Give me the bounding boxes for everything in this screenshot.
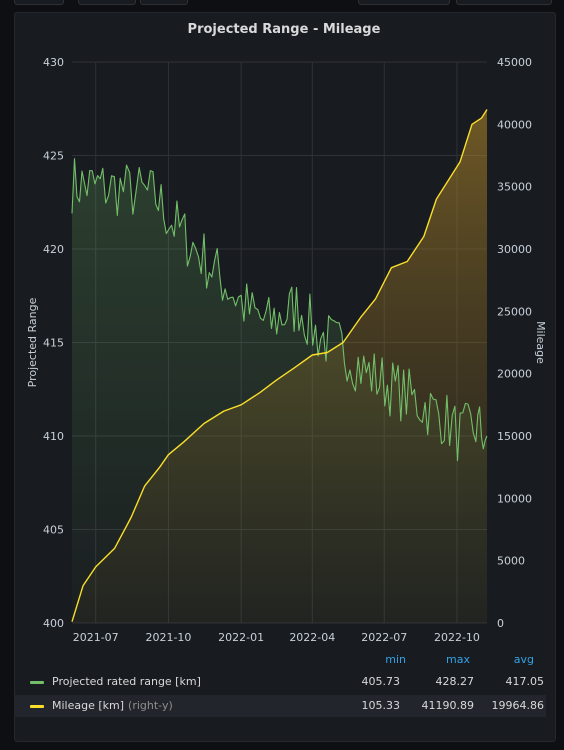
x-tick-label: 2022-10 — [434, 631, 480, 644]
legend-max-value: 428.27 — [435, 675, 475, 688]
legend-header-max[interactable]: max — [410, 653, 470, 666]
legend-min-value: 405.73 — [361, 675, 401, 688]
x-tick-label: 2022-04 — [289, 631, 335, 644]
y-left-tick-label: 425 — [43, 150, 64, 163]
y-left-tick-label: 405 — [43, 524, 64, 537]
y-right-tick-label: 35000 — [497, 181, 532, 194]
x-tick-label: 2022-07 — [361, 631, 407, 644]
y-right-tick-label: 30000 — [497, 243, 532, 256]
y-right-tick-label: 40000 — [497, 118, 532, 131]
y-left-tick-label: 420 — [43, 243, 64, 256]
legend-label[interactable]: Mileage [km] (right-y) — [52, 699, 173, 712]
legend-label[interactable]: Projected rated range [km] — [52, 675, 201, 688]
y-left-tick-label: 410 — [43, 430, 64, 443]
legend-header-avg[interactable]: avg — [474, 653, 534, 666]
legend-avg-value: 19964.86 — [491, 699, 545, 712]
legend-header-min[interactable]: min — [346, 653, 406, 666]
y-left-tick-label: 430 — [43, 56, 64, 69]
x-tick-label: 2022-01 — [218, 631, 264, 644]
legend-min-value: 105.33 — [361, 699, 401, 712]
y-right-tick-label: 20000 — [497, 368, 532, 381]
series-areas — [72, 109, 487, 623]
chart-canvas[interactable]: 400 405 410 415 420 425 430 0 5000 10000 15000 2000… — [0, 0, 564, 650]
legend-swatch-mileage[interactable] — [30, 705, 44, 708]
y-left-tick-label: 415 — [43, 337, 64, 350]
y-right-axis-title: Mileage — [534, 321, 547, 364]
y-left-tick-label: 400 — [43, 617, 64, 630]
x-tick-label: 2021-07 — [73, 631, 119, 644]
legend-row-range[interactable]: Projected rated range [km] 405.73 428.27… — [14, 671, 546, 693]
y-right-tick-label: 0 — [497, 617, 504, 630]
x-tick-label: 2021-10 — [145, 631, 191, 644]
legend-axis-suffix: (right-y) — [128, 699, 173, 712]
y-right-tick-label: 10000 — [497, 492, 532, 505]
y-right-tick-label: 5000 — [497, 555, 525, 568]
legend-avg-value: 417.05 — [505, 675, 545, 688]
y-right-tick-label: 25000 — [497, 305, 532, 318]
legend-swatch-range[interactable] — [30, 681, 44, 684]
legend-max-value: 41190.89 — [421, 699, 475, 712]
legend-row-mileage[interactable]: Mileage [km] (right-y) 105.33 41190.89 19… — [14, 695, 546, 717]
y-left-axis-title: Projected Range — [26, 297, 39, 387]
y-right-tick-label: 45000 — [497, 56, 532, 69]
y-right-tick-label: 15000 — [497, 430, 532, 443]
